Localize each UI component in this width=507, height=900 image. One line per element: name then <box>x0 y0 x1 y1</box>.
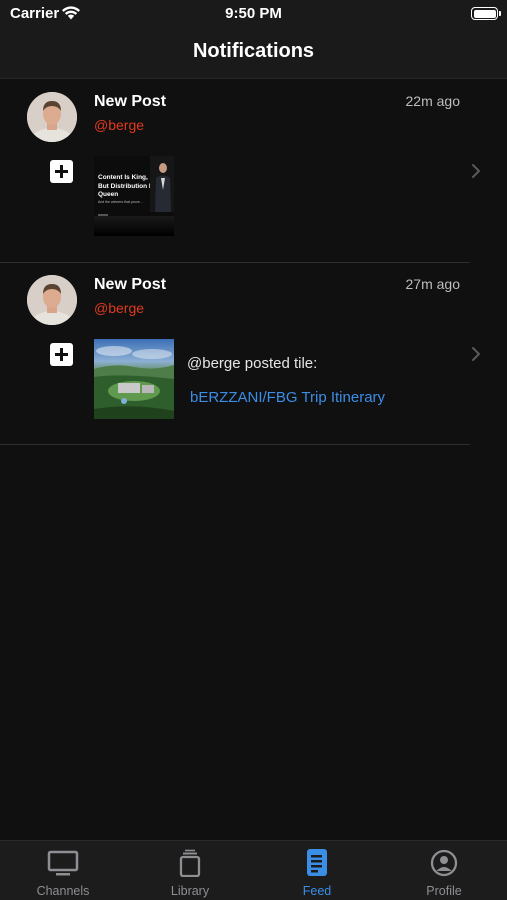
chevron-right-icon[interactable] <box>470 162 482 180</box>
user-circle-icon <box>430 849 458 877</box>
notification-time: 27m ago <box>405 276 460 292</box>
tab-channels[interactable]: Channels <box>0 841 126 900</box>
notification-title: New Post <box>94 93 167 110</box>
status-time: 9:50 PM <box>225 5 282 22</box>
avatar[interactable] <box>27 92 77 142</box>
tab-label: Channels <box>36 884 90 898</box>
page-title: Notifications <box>192 40 315 62</box>
add-button[interactable] <box>50 343 73 366</box>
post-description: @berge posted tile: <box>187 355 318 372</box>
tab-label: Profile <box>426 884 462 898</box>
divider <box>0 444 470 445</box>
chevron-right-icon[interactable] <box>470 345 482 363</box>
tab-feed[interactable]: Feed <box>254 841 380 900</box>
status-bar: Carrier 9:50 PM <box>0 0 507 28</box>
post-tile-link[interactable]: bERZZANI/FBG Trip Itinerary <box>190 389 385 406</box>
notification-handle[interactable]: @berge <box>94 117 144 133</box>
post-thumbnail[interactable]: Content Is King, But Distribution Is Que… <box>94 156 174 236</box>
battery-icon <box>471 7 501 20</box>
thumbnail-footer <box>94 216 174 236</box>
post-thumbnail[interactable] <box>94 339 174 419</box>
navigation-bar: Notifications <box>0 28 507 79</box>
notifications-screen: Carrier 9:50 PM Notifications New Post @… <box>0 0 507 900</box>
add-button[interactable] <box>50 160 73 183</box>
tab-bar: Channels Library Feed Profile <box>0 840 507 900</box>
notification-title: New Post <box>94 276 167 293</box>
tab-label: Library <box>170 884 210 898</box>
library-icon <box>179 849 201 877</box>
notification-time: 22m ago <box>405 93 460 109</box>
thumbnail-subline: And the winners that prove... <box>98 200 143 204</box>
notification-handle[interactable]: @berge <box>94 300 144 316</box>
notification-item[interactable]: New Post @berge 22m ago Content Is King,… <box>0 80 507 263</box>
aerial-landscape-image <box>94 346 174 419</box>
tv-icon <box>47 850 79 876</box>
thumbnail-person-image <box>150 156 174 212</box>
thumbnail-headline: Content Is King, But Distribution Is Que… <box>98 174 155 198</box>
tab-library[interactable]: Library <box>127 841 253 900</box>
tab-profile[interactable]: Profile <box>381 841 507 900</box>
notification-item[interactable]: New Post @berge 27m ago @berge posted ti… <box>0 263 507 446</box>
tab-label: Feed <box>302 884 332 898</box>
document-icon <box>307 849 327 876</box>
avatar[interactable] <box>27 275 77 325</box>
